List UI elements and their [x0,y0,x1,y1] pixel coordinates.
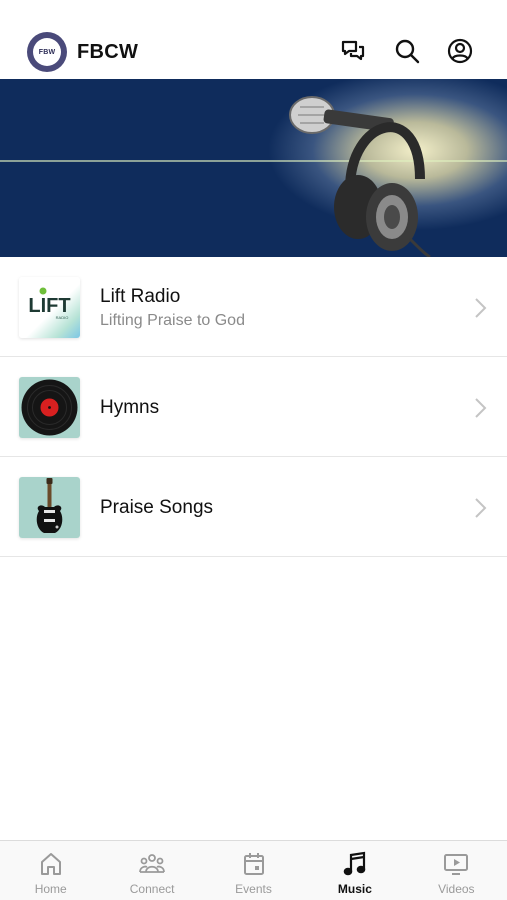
people-icon [139,854,166,873]
music-list: LIFT RADIO Lift Radio Lifting Praise to … [0,257,507,557]
bottom-tab-bar: Home Connect Events Music Videos [0,840,507,900]
list-item-title: Hymns [100,397,160,418]
list-item-title: Lift Radio [100,286,181,307]
lift-logo-subtext: RADIO [56,315,69,320]
video-icon [444,854,469,875]
chevron-right-icon [473,297,487,319]
list-item-title: Praise Songs [100,497,214,518]
home-icon [40,853,61,875]
calendar-icon [243,853,264,875]
lift-logo-text: LIFT [28,295,70,317]
profile-icon[interactable] [446,37,474,65]
search-icon[interactable] [393,37,421,65]
lift-radio-thumbnail: LIFT RADIO [19,277,80,338]
logo-text: FBW [33,38,61,66]
tab-events[interactable]: Events [203,841,304,900]
tab-label: Music [337,882,372,896]
music-banner-image [0,79,507,257]
list-item-hymns[interactable]: Hymns [0,357,507,457]
list-item-praise-songs[interactable]: Praise Songs [0,457,507,557]
church-logo[interactable]: FBW [27,32,67,72]
list-item-lift-radio[interactable]: LIFT RADIO Lift Radio Lifting Praise to … [0,257,507,357]
tab-home[interactable]: Home [0,841,101,900]
tab-label: Videos [438,882,475,896]
tab-label: Events [235,882,272,896]
tab-connect[interactable]: Connect [101,841,202,900]
chat-icon[interactable] [339,37,367,65]
chevron-right-icon [473,497,487,519]
electric-guitar-thumbnail [19,477,80,538]
chevron-right-icon [473,397,487,419]
app-title: FBCW [77,41,139,63]
tab-label: Home [34,882,67,896]
list-item-subtitle: Lifting Praise to God [100,312,245,329]
app-header: FBW FBCW [0,0,507,79]
tab-videos[interactable]: Videos [406,841,507,900]
vinyl-record-thumbnail [19,377,80,438]
music-note-icon [343,851,366,876]
tab-music[interactable]: Music [304,841,405,900]
tab-label: Connect [129,882,175,896]
